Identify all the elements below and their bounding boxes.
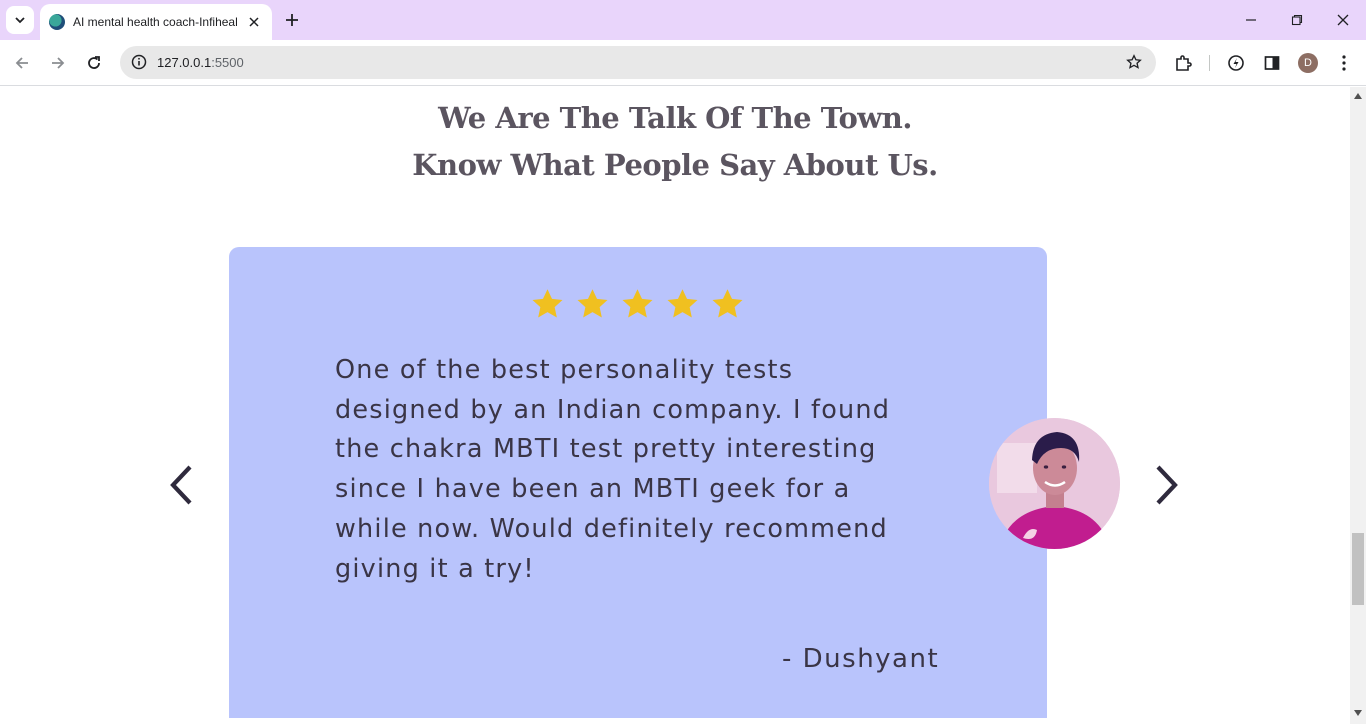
quote-line: the chakra MBTI test pretty interesting <box>335 434 877 465</box>
scroll-thumb[interactable] <box>1352 533 1364 605</box>
chevron-right-icon <box>1156 465 1178 505</box>
chevron-left-icon <box>170 465 192 505</box>
close-icon <box>249 17 259 27</box>
close-window-button[interactable] <box>1320 0 1366 40</box>
triangle-down-icon <box>1354 710 1362 716</box>
toolbar-separator <box>1209 55 1210 71</box>
side-panel-button[interactable] <box>1260 51 1284 75</box>
info-icon <box>131 54 147 70</box>
star-icon <box>532 289 563 318</box>
page-viewport: We Are The Talk Of The Town. Know What P… <box>0 87 1350 718</box>
person-photo-icon <box>989 418 1120 549</box>
url-host: 127.0.0.1 <box>157 55 212 70</box>
tab-title: AI mental health coach-Infiheal <box>73 15 238 29</box>
puzzle-icon <box>1176 55 1192 71</box>
site-favicon-icon <box>49 14 65 30</box>
star-icon <box>577 289 608 318</box>
quote-line: designed by an Indian company. I found <box>335 394 891 425</box>
performance-button[interactable] <box>1224 51 1248 75</box>
extensions-button[interactable] <box>1171 51 1195 75</box>
carousel-prev-button[interactable] <box>161 457 201 513</box>
new-tab-button[interactable] <box>280 8 304 32</box>
more-vertical-icon <box>1342 55 1346 71</box>
arrow-left-icon <box>15 57 28 69</box>
browser-tab-active[interactable]: AI mental health coach-Infiheal <box>40 4 272 40</box>
scroll-down-button[interactable] <box>1350 706 1366 720</box>
browser-menu-button[interactable] <box>1332 51 1356 75</box>
quote-line: giving it a try! <box>335 553 535 584</box>
minimize-icon <box>1246 19 1256 21</box>
star-icon <box>622 289 653 318</box>
star-rating <box>530 287 745 322</box>
testimonial-avatar <box>989 418 1120 549</box>
url-port: :5500 <box>211 55 244 70</box>
site-info-button[interactable] <box>128 51 150 73</box>
star-icon <box>667 289 698 318</box>
arrow-right-icon <box>52 57 65 69</box>
testimonial-author: - Dushyant <box>782 644 940 674</box>
browser-tab-bar: AI mental health coach-Infiheal <box>0 0 1366 40</box>
address-bar[interactable]: 127.0.0.1:5500 <box>120 46 1156 79</box>
speed-icon <box>1228 55 1244 71</box>
section-heading-line1: We Are The Talk Of The Town. <box>438 101 912 135</box>
tab-search-button[interactable] <box>6 6 34 34</box>
page-scrollbar[interactable] <box>1350 87 1366 724</box>
scroll-up-button[interactable] <box>1350 89 1366 103</box>
profile-avatar[interactable]: D <box>1298 53 1318 73</box>
restore-window-button[interactable] <box>1274 0 1320 40</box>
bookmark-button[interactable] <box>1124 52 1144 72</box>
reload-icon <box>88 56 100 69</box>
chevron-down-icon <box>15 17 25 24</box>
testimonial-quote: One of the best personality tests designe… <box>335 351 945 589</box>
testimonial-card: One of the best personality tests designe… <box>229 247 1047 718</box>
forward-button[interactable] <box>44 49 72 77</box>
minimize-window-button[interactable] <box>1228 0 1274 40</box>
quote-line: since I have been an MBTI geek for a <box>335 474 851 505</box>
back-button[interactable] <box>8 49 36 77</box>
reload-button[interactable] <box>80 49 108 77</box>
restore-icon <box>1291 14 1303 26</box>
star-outline-icon <box>1126 54 1142 69</box>
section-heading-line2: Know What People Say About Us. <box>412 148 938 182</box>
quote-line: while now. Would definitely recommend <box>335 513 888 544</box>
star-icon <box>712 289 743 318</box>
close-icon <box>1337 14 1349 26</box>
side-panel-icon <box>1264 56 1280 70</box>
triangle-up-icon <box>1354 93 1362 99</box>
browser-toolbar: 127.0.0.1:5500 D <box>0 40 1366 86</box>
plus-icon <box>286 14 298 26</box>
carousel-next-button[interactable] <box>1147 457 1187 513</box>
quote-line: One of the best personality tests <box>335 355 794 385</box>
tab-close-button[interactable] <box>246 14 262 30</box>
url-text[interactable]: 127.0.0.1:5500 <box>157 55 244 70</box>
